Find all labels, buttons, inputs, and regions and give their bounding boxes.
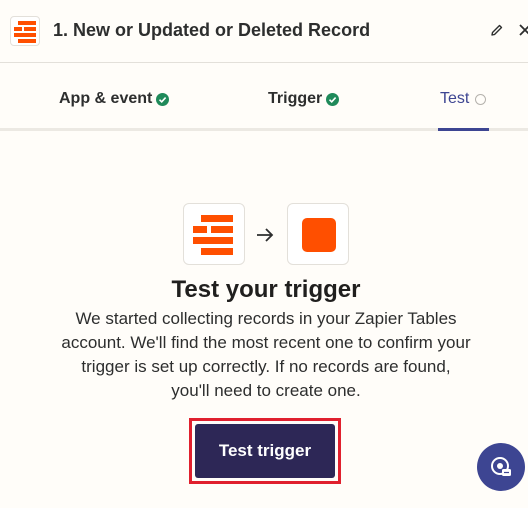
zapier-tables-icon [193, 215, 233, 255]
check-circle-icon [156, 92, 170, 106]
help-button[interactable] [477, 443, 525, 491]
tab-trigger[interactable]: Trigger [268, 89, 340, 109]
step-header: 1. New or Updated or Deleted Record [0, 0, 528, 63]
description-text: We started collecting records in your Za… [61, 309, 471, 400]
step-tabs: App & event Trigger Test [0, 63, 528, 131]
step-title: 1. New or Updated or Deleted Record [53, 20, 371, 40]
pencil-icon[interactable] [489, 22, 505, 38]
orange-square-icon [302, 218, 336, 252]
tab-test[interactable]: Test [440, 89, 487, 109]
tab-label: Trigger [268, 90, 323, 107]
tab-label: App & event [59, 90, 153, 107]
zapier-tables-icon [10, 16, 40, 46]
active-tab-indicator [438, 128, 489, 131]
tab-label: Test [440, 90, 470, 107]
zapier-tables-logo [183, 203, 245, 265]
page-title: Test your trigger [171, 276, 361, 303]
arrow-right-icon [257, 228, 274, 242]
test-trigger-button[interactable]: Test trigger [195, 424, 335, 478]
support-chat-icon [491, 457, 511, 476]
tab-app-event[interactable]: App & event [59, 89, 170, 109]
pending-circle-icon [475, 93, 487, 105]
destination-app-logo [287, 203, 349, 265]
close-icon[interactable] [517, 22, 528, 38]
highlight-frame: Test trigger [189, 418, 341, 484]
check-circle-icon [326, 92, 340, 106]
